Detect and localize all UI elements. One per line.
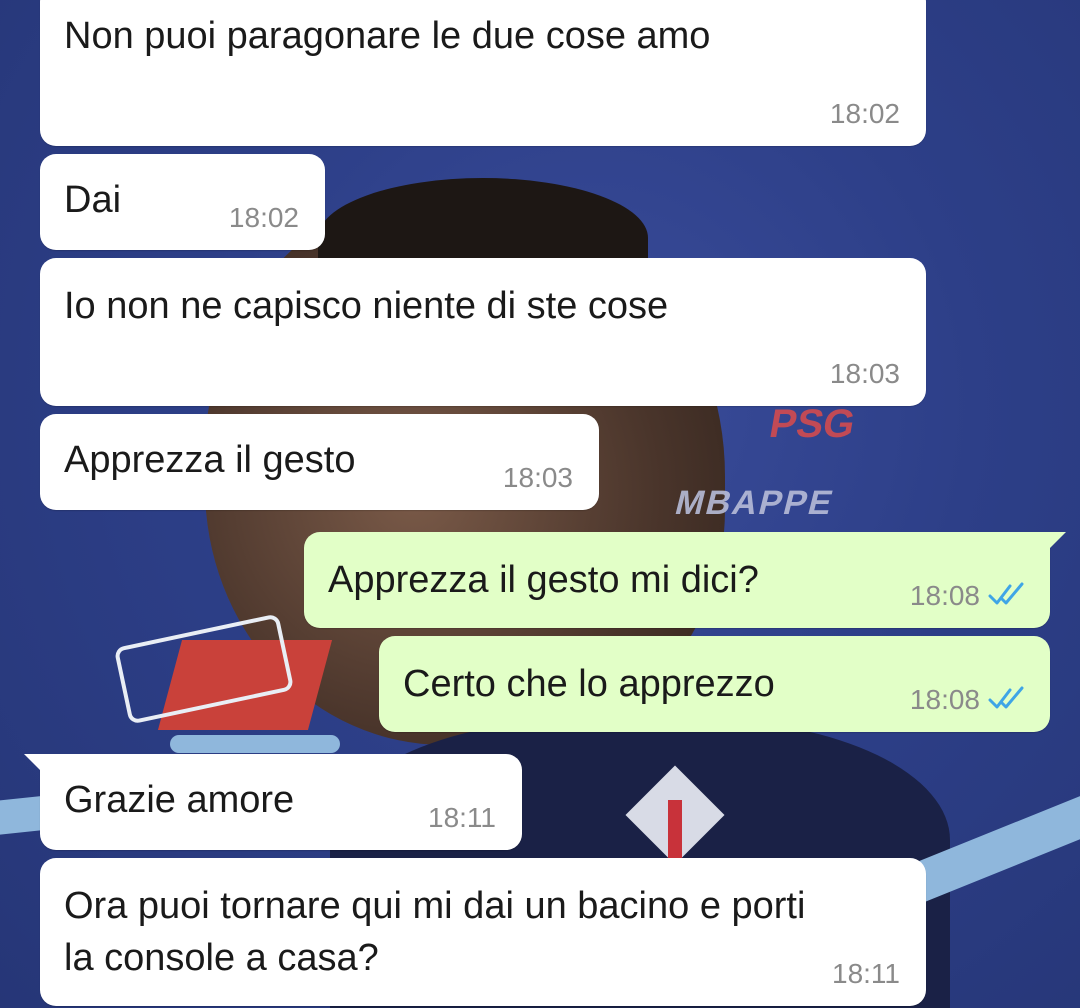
message-text: Grazie amore [64,779,295,821]
message-time: 18:08 [909,684,980,715]
message-time: 18:03 [502,462,573,493]
bubble-tail [1048,532,1066,550]
bubble-tail [24,754,42,772]
incoming-message[interactable]: Dai 18:02 [40,154,325,250]
incoming-message[interactable]: Grazie amore 18:11 [24,754,522,850]
double-check-read-icon [988,582,1024,605]
message-text: Certo che lo apprezzo [403,663,775,705]
double-check-read-icon [988,686,1024,709]
outgoing-message[interactable]: Apprezza il gesto mi dici? 18:08 [304,532,1066,628]
incoming-message[interactable]: Non puoi paragonare le due cose amo 18:0… [40,0,926,146]
message-time: 18:11 [832,958,900,989]
message-text: Ora puoi tornare qui mi dai un bacino e … [64,885,806,979]
message-time: 18:02 [829,98,900,129]
message-text: Dai [64,179,122,221]
incoming-message[interactable]: Io non ne capisco niente di ste cose 18:… [40,258,926,406]
message-text: Apprezza il gesto mi dici? [328,559,759,601]
message-time: 18:02 [228,202,299,233]
message-list[interactable]: Non puoi paragonare le due cose amo 18:0… [0,0,1080,1008]
message-time: 18:11 [428,802,496,833]
incoming-message[interactable]: Apprezza il gesto 18:03 [40,414,599,510]
message-time: 18:03 [829,358,900,389]
message-time: 18:08 [909,580,980,611]
message-text: Apprezza il gesto [64,439,356,481]
message-text: Io non ne capisco niente di ste cose [64,285,669,327]
incoming-message[interactable]: Ora puoi tornare qui mi dai un bacino e … [40,858,926,1006]
outgoing-message[interactable]: Certo che lo apprezzo 18:08 [379,636,1050,732]
message-text: Non puoi paragonare le due cose amo [64,15,711,57]
